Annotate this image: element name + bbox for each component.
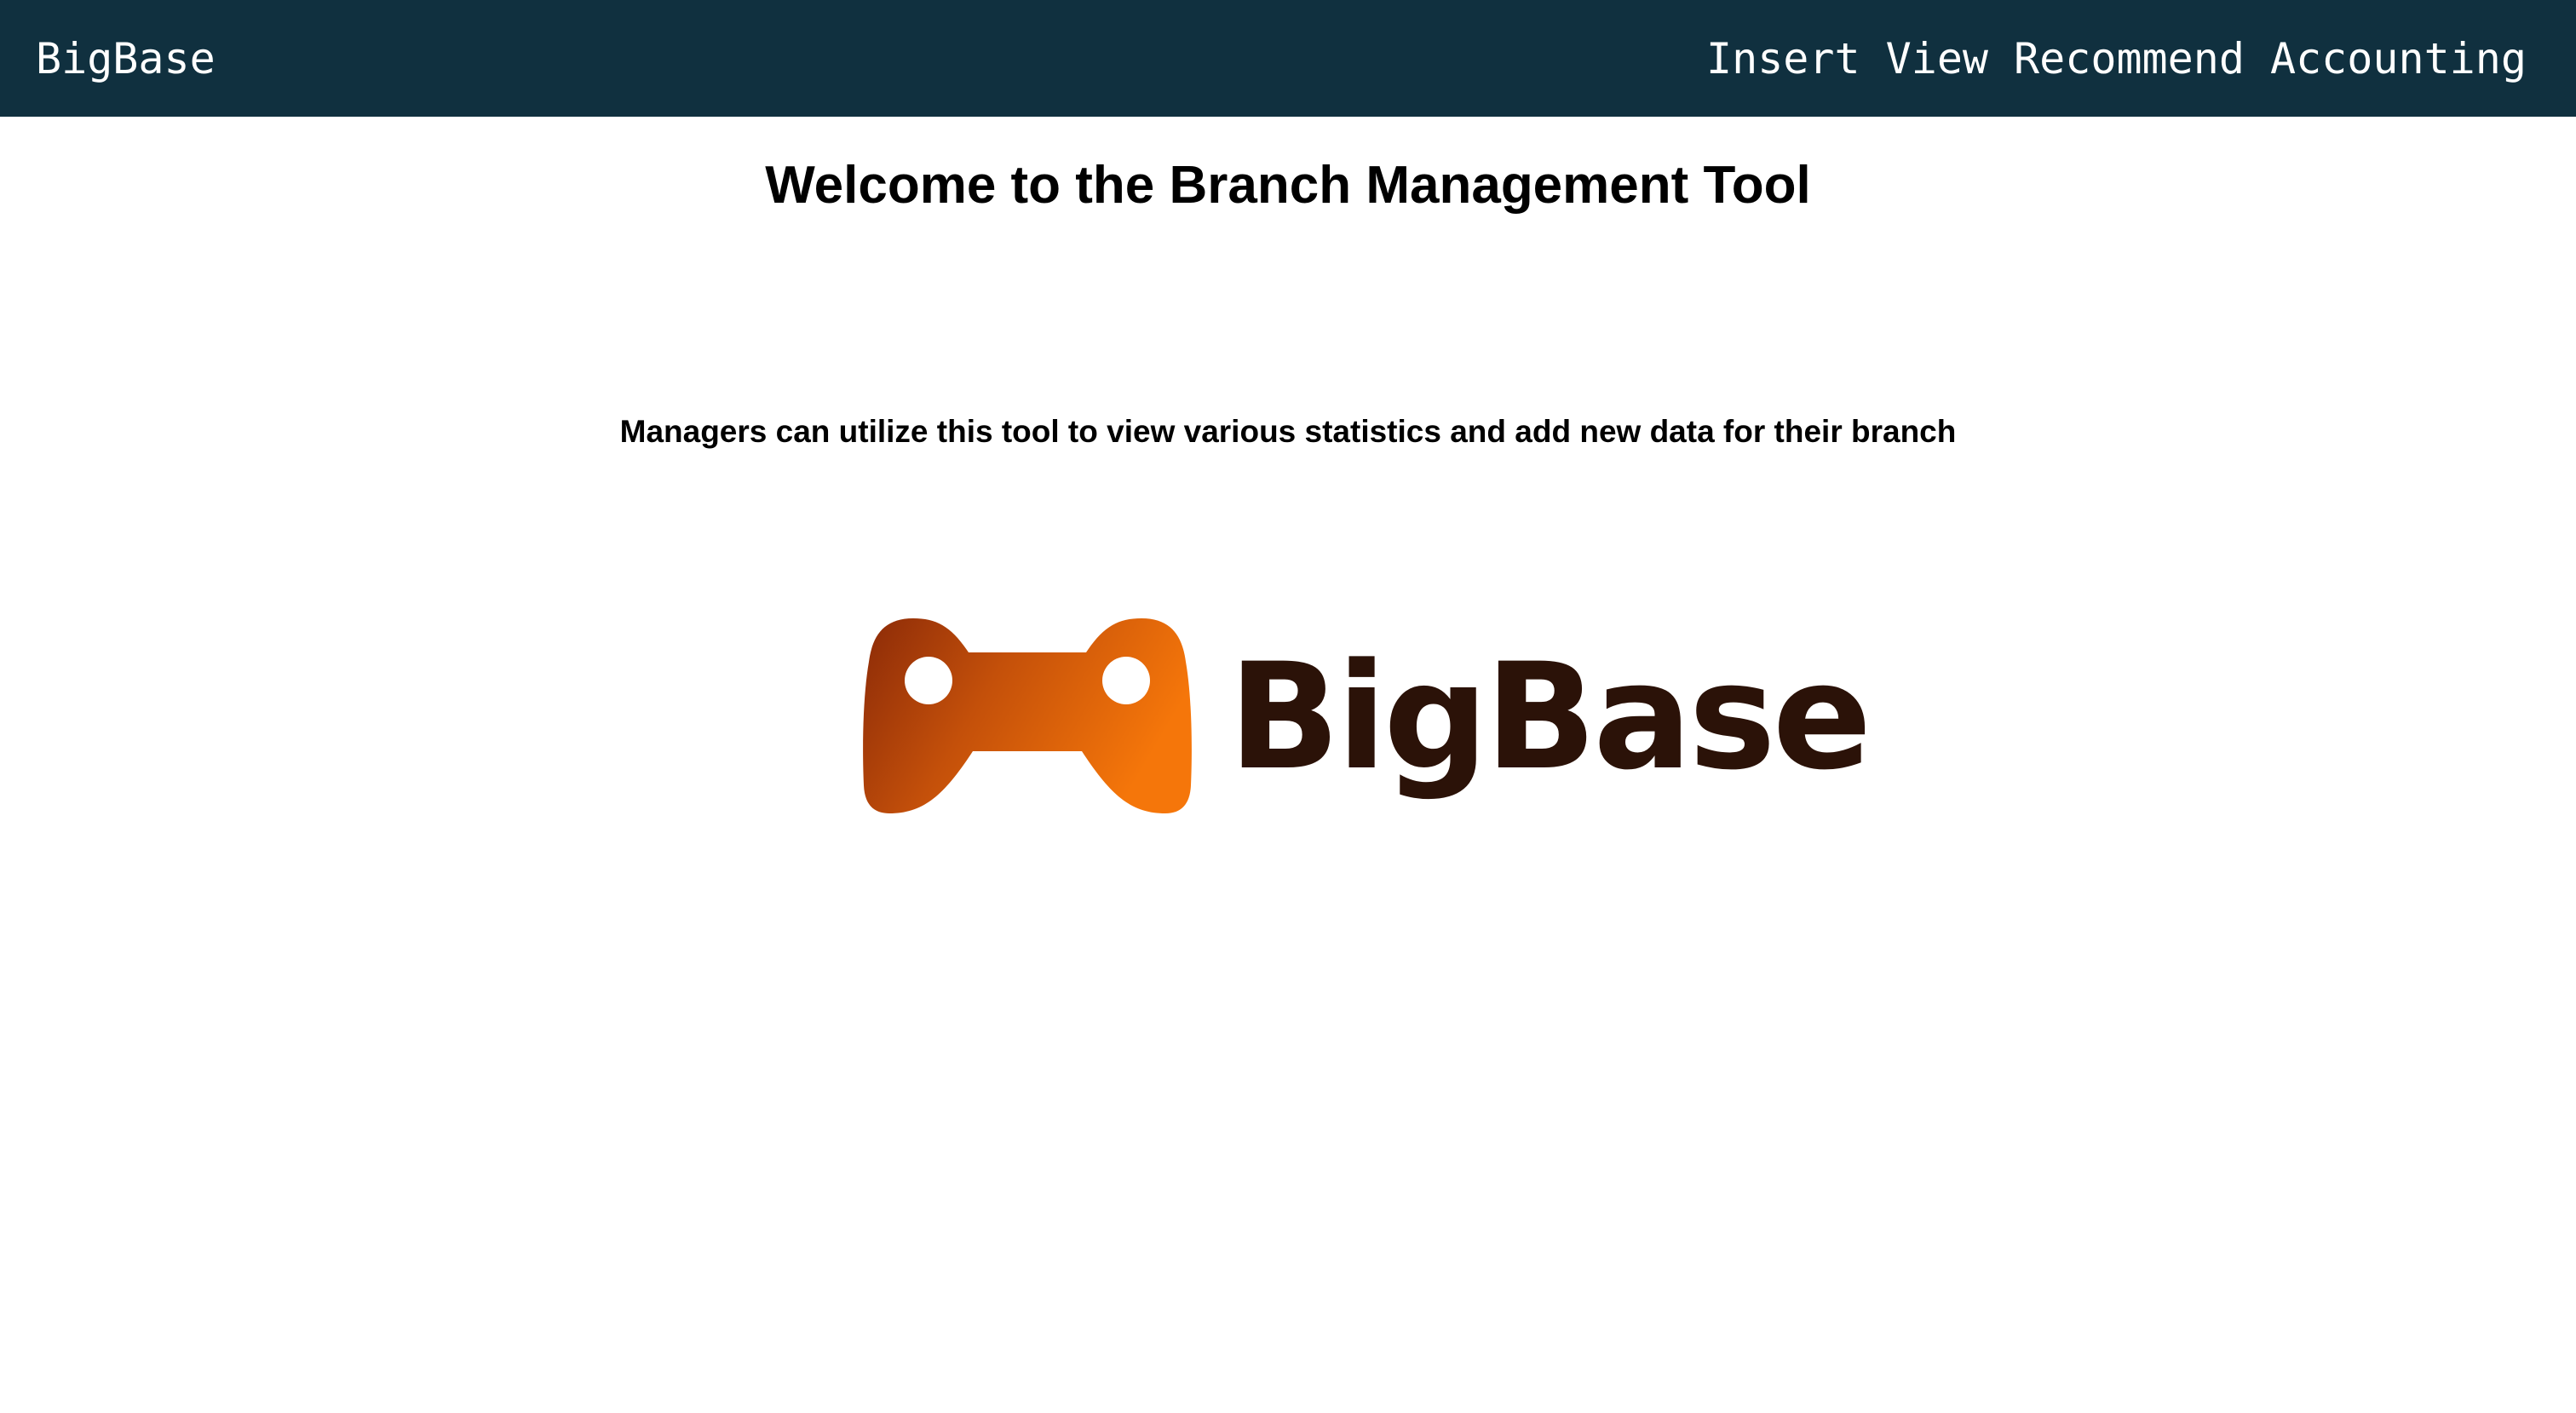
brand-link[interactable]: BigBase (36, 34, 216, 83)
gamepad-icon (863, 618, 1192, 813)
bigbase-logo: BigBase (862, 615, 1872, 819)
nav-link-recommend[interactable]: Recommend (2014, 34, 2245, 83)
nav-link-insert[interactable]: Insert (1706, 34, 1860, 83)
navbar: BigBase Insert View Recommend Accounting (0, 0, 2576, 117)
page-title: Welcome to the Branch Management Tool (765, 156, 1811, 215)
nav-links: Insert View Recommend Accounting (1706, 34, 2527, 83)
page-subtitle: Managers can utilize this tool to view v… (619, 414, 1957, 449)
nav-link-view[interactable]: View (1886, 34, 1988, 83)
logo-wordmark: BigBase (1228, 631, 1872, 802)
nav-link-accounting[interactable]: Accounting (2270, 34, 2527, 83)
